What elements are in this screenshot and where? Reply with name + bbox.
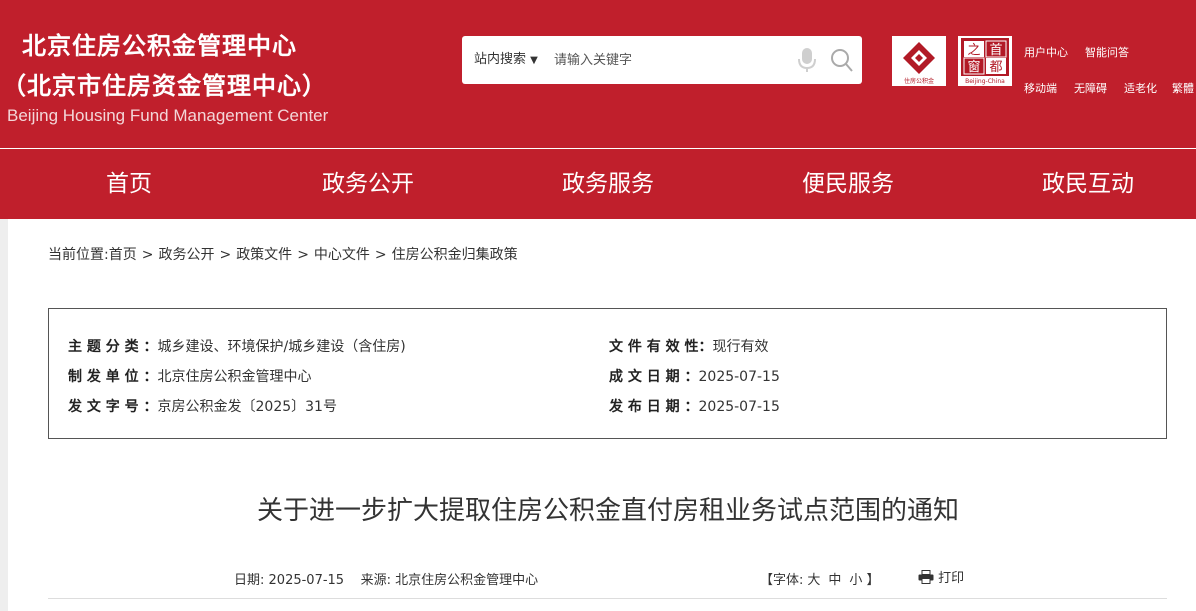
svg-text:窗: 窗	[967, 59, 980, 75]
meta-subject-value: 城乡建设、环境保护/城乡建设（含住房)	[157, 339, 406, 355]
meta-doc-number-label: 发 文 字 号 ：	[68, 399, 158, 415]
capital-window-caption: Beijing-China	[965, 78, 1005, 85]
left-scroll-gutter	[0, 219, 8, 611]
breadcrumb-home[interactable]: 首页	[109, 247, 137, 263]
breadcrumb-separator: >	[141, 247, 154, 263]
svg-text:之: 之	[967, 43, 980, 58]
capital-window-logo[interactable]: 之 首 窗 都 Beijing-China	[958, 36, 1012, 86]
document-metadata: 主 题 分 类 ：城乡建设、环境保护/城乡建设（含住房) 制 发 单 位 ：北京…	[48, 308, 1167, 439]
meta-written-date: 成 文 日 期 ：2025-07-15	[609, 366, 780, 386]
breadcrumb-separator: >	[297, 247, 309, 263]
meta-published-date-value: 2025-07-15	[698, 399, 780, 415]
site-subtitle[interactable]: （北京市住房资金管理中心）	[2, 66, 327, 101]
article-date: 2025-07-15	[268, 573, 345, 588]
meta-published-date: 发 布 日 期 ：2025-07-15	[609, 396, 780, 416]
meta-validity-value: 现行有效	[712, 339, 769, 355]
microphone-icon[interactable]	[796, 47, 818, 73]
breadcrumb-collection-policy[interactable]: 住房公积金归集政策	[392, 247, 518, 263]
breadcrumb-separator: >	[374, 247, 387, 263]
breadcrumb-center-documents[interactable]: 中心文件	[314, 247, 370, 263]
search-input[interactable]	[554, 48, 774, 72]
meta-doc-number-value: 京房公积金发〔2025〕31号	[157, 399, 337, 415]
main-nav: 首页 政务公开 政务服务 便民服务 政民互动	[0, 149, 1196, 219]
print-button[interactable]: 打印	[918, 567, 964, 586]
meta-validity-label: 文 件 有 效 性：	[609, 339, 713, 355]
accessibility-link[interactable]: 无障碍	[1074, 80, 1107, 96]
font-control-close: 】	[866, 573, 880, 588]
article-info: 日期: 2025-07-15 来源: 北京住房公积金管理中心	[234, 569, 538, 588]
breadcrumb-separator: >	[219, 247, 232, 263]
font-control-open: 【字体:	[760, 573, 804, 588]
nav-home[interactable]: 首页	[106, 149, 152, 219]
housing-fund-logo-caption: 住房公积金	[903, 78, 934, 85]
housing-fund-logo[interactable]: 住房公积金	[892, 36, 946, 86]
svg-text:首: 首	[989, 43, 1002, 58]
capital-window-seal-icon: 之 首 窗 都	[961, 38, 1009, 76]
font-size-medium[interactable]: 中	[828, 573, 841, 588]
caret-down-icon: ▼	[530, 55, 538, 66]
date-label: 日期:	[234, 573, 265, 588]
breadcrumb-policy-documents[interactable]: 政策文件	[236, 247, 292, 263]
font-size-small[interactable]: 小	[849, 573, 862, 588]
font-size-control: 【字体: 大中小】	[760, 569, 879, 588]
meta-written-date-label: 成 文 日 期 ：	[609, 369, 699, 385]
nav-interaction[interactable]: 政民互动	[1042, 149, 1134, 219]
traditional-chinese-link[interactable]: 繁體	[1172, 80, 1194, 96]
meta-subject-label: 主 题 分 类 ：	[68, 339, 158, 355]
article-title: 关于进一步扩大提取住房公积金直付房租业务试点范围的通知	[256, 496, 959, 526]
printer-icon	[918, 570, 934, 584]
meta-issuer-value: 北京住房公积金管理中心	[157, 369, 312, 385]
meta-validity: 文 件 有 效 性：现行有效	[609, 336, 769, 356]
source-label: 来源:	[360, 573, 392, 588]
meta-subject: 主 题 分 类 ：城乡建设、环境保护/城乡建设（含住房)	[68, 336, 406, 356]
smart-qa-link[interactable]: 智能问答	[1085, 44, 1129, 60]
font-size-large[interactable]: 大	[807, 573, 820, 588]
housing-fund-emblem-icon	[903, 42, 935, 74]
elderly-mode-link[interactable]: 适老化	[1124, 80, 1157, 96]
nav-government-affairs[interactable]: 政务公开	[322, 149, 414, 219]
meta-issuer-label: 制 发 单 位 ：	[68, 369, 158, 385]
site-header: 北京住房公积金管理中心 （北京市住房资金管理中心） Beijing Housin…	[0, 0, 1196, 148]
meta-issuer: 制 发 单 位 ：北京住房公积金管理中心	[68, 366, 312, 386]
meta-doc-number: 发 文 字 号 ：京房公积金发〔2025〕31号	[68, 396, 337, 416]
divider	[48, 598, 1167, 599]
meta-published-date-label: 发 布 日 期 ：	[609, 399, 699, 415]
nav-government-services[interactable]: 政务服务	[562, 149, 654, 219]
breadcrumb: 当前位置:首页 > 政务公开 > 政策文件 > 中心文件 > 住房公积金归集政策	[48, 244, 518, 264]
breadcrumb-government-affairs[interactable]: 政务公开	[158, 247, 214, 263]
print-label: 打印	[938, 571, 965, 586]
nav-public-services[interactable]: 便民服务	[802, 149, 894, 219]
site-title[interactable]: 北京住房公积金管理中心	[22, 26, 297, 61]
site-title-english: Beijing Housing Fund Management Center	[7, 106, 329, 125]
search-scope-dropdown[interactable]: 站内搜索 ▼	[474, 36, 538, 84]
article-source: 北京住房公积金管理中心	[395, 573, 539, 588]
mobile-link[interactable]: 移动端	[1024, 80, 1057, 96]
user-center-link[interactable]: 用户中心	[1024, 44, 1068, 60]
meta-written-date-value: 2025-07-15	[698, 369, 780, 385]
search-icon[interactable]	[830, 47, 854, 73]
breadcrumb-prefix: 当前位置:	[48, 247, 109, 263]
svg-text:都: 都	[989, 60, 1002, 75]
